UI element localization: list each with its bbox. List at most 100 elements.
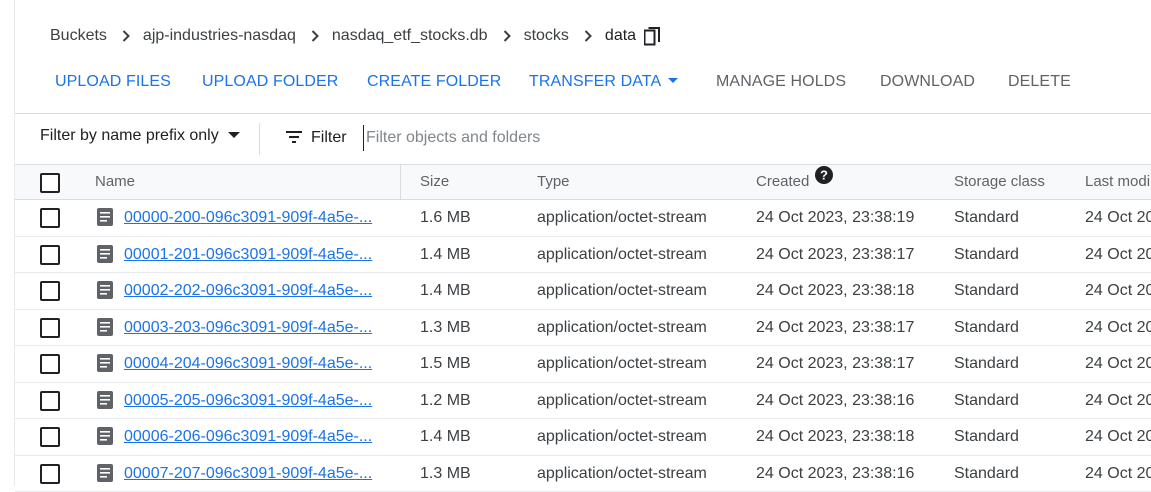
file-icon (97, 281, 113, 304)
breadcrumb-database[interactable]: nasdaq_etf_stocks.db (332, 27, 488, 45)
object-name-link[interactable]: 00006-206-096c3091-909f-4a5e-... (124, 419, 380, 454)
object-name-link[interactable]: 00003-203-096c3091-909f-4a5e-... (124, 310, 380, 345)
file-icon (97, 354, 113, 377)
object-last-modified: 24 Oct 20 (1085, 273, 1151, 308)
column-header-created[interactable]: Created? (756, 165, 833, 199)
table-row: 00006-206-096c3091-909f-4a5e-... 1.4 MB … (15, 419, 1151, 456)
object-created: 24 Oct 2023, 23:38:19 (756, 200, 914, 235)
chevron-right-icon (503, 30, 511, 42)
filter-input[interactable] (363, 125, 766, 151)
column-divider (400, 165, 401, 200)
filter-label: Filter (311, 129, 347, 147)
filter-mode-dropdown[interactable]: Filter by name prefix only (40, 127, 240, 145)
object-storage-class: Standard (954, 310, 1019, 345)
transfer-data-button[interactable]: TRANSFER DATA (529, 70, 678, 94)
object-name-link[interactable]: 00000-200-096c3091-909f-4a5e-... (124, 200, 380, 235)
copy-icon[interactable] (644, 27, 660, 46)
row-checkbox[interactable] (40, 354, 60, 374)
column-header-storage-class[interactable]: Storage class (954, 165, 1045, 199)
object-size: 1.3 MB (420, 456, 471, 491)
object-created: 24 Oct 2023, 23:38:17 (756, 310, 914, 345)
object-created: 24 Oct 2023, 23:38:18 (756, 273, 914, 308)
row-checkbox[interactable] (40, 427, 60, 447)
object-name-link[interactable]: 00004-204-096c3091-909f-4a5e-... (124, 346, 380, 381)
file-icon (97, 464, 113, 487)
object-name-link[interactable]: 00005-205-096c3091-909f-4a5e-... (124, 383, 380, 418)
breadcrumb-bucket[interactable]: ajp-industries-nasdaq (143, 27, 296, 45)
delete-button[interactable]: DELETE (1008, 70, 1071, 94)
column-header-size[interactable]: Size (420, 165, 449, 199)
file-icon (97, 391, 113, 414)
object-created: 24 Oct 2023, 23:38:16 (756, 383, 914, 418)
file-icon (97, 427, 113, 450)
object-size: 1.4 MB (420, 237, 471, 272)
column-header-name[interactable]: Name (95, 165, 135, 199)
object-created: 24 Oct 2023, 23:38:17 (756, 237, 914, 272)
object-last-modified: 24 Oct 20 (1085, 346, 1151, 381)
row-checkbox[interactable] (40, 208, 60, 228)
object-last-modified: 24 Oct 20 (1085, 383, 1151, 418)
column-header-type[interactable]: Type (537, 165, 570, 199)
object-created: 24 Oct 2023, 23:38:17 (756, 346, 914, 381)
object-storage-class: Standard (954, 419, 1019, 454)
manage-holds-button[interactable]: MANAGE HOLDS (716, 70, 846, 94)
object-storage-class: Standard (954, 383, 1019, 418)
object-size: 1.4 MB (420, 419, 471, 454)
object-type: application/octet-stream (537, 383, 707, 418)
arrow-drop-down-icon (228, 132, 240, 138)
table-row: 00005-205-096c3091-909f-4a5e-... 1.2 MB … (15, 383, 1151, 420)
row-checkbox[interactable] (40, 464, 60, 484)
object-last-modified: 24 Oct 20 (1085, 419, 1151, 454)
object-type: application/octet-stream (537, 273, 707, 308)
help-icon[interactable]: ? (815, 163, 833, 197)
download-button[interactable]: DOWNLOAD (880, 70, 975, 94)
filter-divider (259, 123, 260, 155)
breadcrumb: Buckets ajp-industries-nasdaq nasdaq_etf… (50, 22, 660, 50)
object-storage-class: Standard (954, 346, 1019, 381)
upload-files-button[interactable]: UPLOAD FILES (55, 70, 171, 94)
object-type: application/octet-stream (537, 419, 707, 454)
caret-down-icon (668, 78, 678, 83)
breadcrumb-buckets[interactable]: Buckets (50, 27, 107, 45)
row-checkbox[interactable] (40, 245, 60, 265)
object-type: application/octet-stream (537, 310, 707, 345)
svg-text:?: ? (820, 168, 828, 183)
table-row: 00004-204-096c3091-909f-4a5e-... 1.5 MB … (15, 346, 1151, 383)
object-list: 00000-200-096c3091-909f-4a5e-... 1.6 MB … (15, 200, 1151, 492)
row-checkbox[interactable] (40, 318, 60, 338)
file-icon (97, 318, 113, 341)
column-header-last-modified[interactable]: Last modi (1085, 165, 1150, 199)
created-label: Created (756, 173, 809, 190)
object-last-modified: 24 Oct 20 (1085, 237, 1151, 272)
chevron-right-icon (311, 30, 319, 42)
create-folder-button[interactable]: CREATE FOLDER (367, 70, 501, 94)
row-checkbox[interactable] (40, 391, 60, 411)
row-checkbox[interactable] (40, 281, 60, 301)
object-name-link[interactable]: 00001-201-096c3091-909f-4a5e-... (124, 237, 380, 272)
object-last-modified: 24 Oct 20 (1085, 310, 1151, 345)
object-name-link[interactable]: 00002-202-096c3091-909f-4a5e-... (124, 273, 380, 308)
select-all-checkbox[interactable] (40, 173, 60, 193)
object-size: 1.6 MB (420, 200, 471, 235)
object-size: 1.2 MB (420, 383, 471, 418)
object-created: 24 Oct 2023, 23:38:18 (756, 419, 914, 454)
table-row: 00007-207-096c3091-909f-4a5e-... 1.3 MB … (15, 456, 1151, 492)
breadcrumb-stocks[interactable]: stocks (524, 27, 569, 45)
object-created: 24 Oct 2023, 23:38:16 (756, 456, 914, 491)
object-storage-class: Standard (954, 456, 1019, 491)
file-icon (97, 245, 113, 268)
filter-mode-label: Filter by name prefix only (40, 127, 219, 144)
filter-list-icon (286, 130, 302, 148)
upload-folder-button[interactable]: UPLOAD FOLDER (202, 70, 338, 94)
object-storage-class: Standard (954, 200, 1019, 235)
table-row: 00003-203-096c3091-909f-4a5e-... 1.3 MB … (15, 310, 1151, 347)
object-name-link[interactable]: 00007-207-096c3091-909f-4a5e-... (124, 456, 380, 491)
breadcrumb-current: data (605, 27, 636, 45)
object-size: 1.3 MB (420, 310, 471, 345)
chevron-right-icon (584, 30, 592, 42)
object-type: application/octet-stream (537, 456, 707, 491)
object-storage-class: Standard (954, 273, 1019, 308)
object-type: application/octet-stream (537, 237, 707, 272)
chevron-right-icon (122, 30, 130, 42)
object-type: application/octet-stream (537, 200, 707, 235)
